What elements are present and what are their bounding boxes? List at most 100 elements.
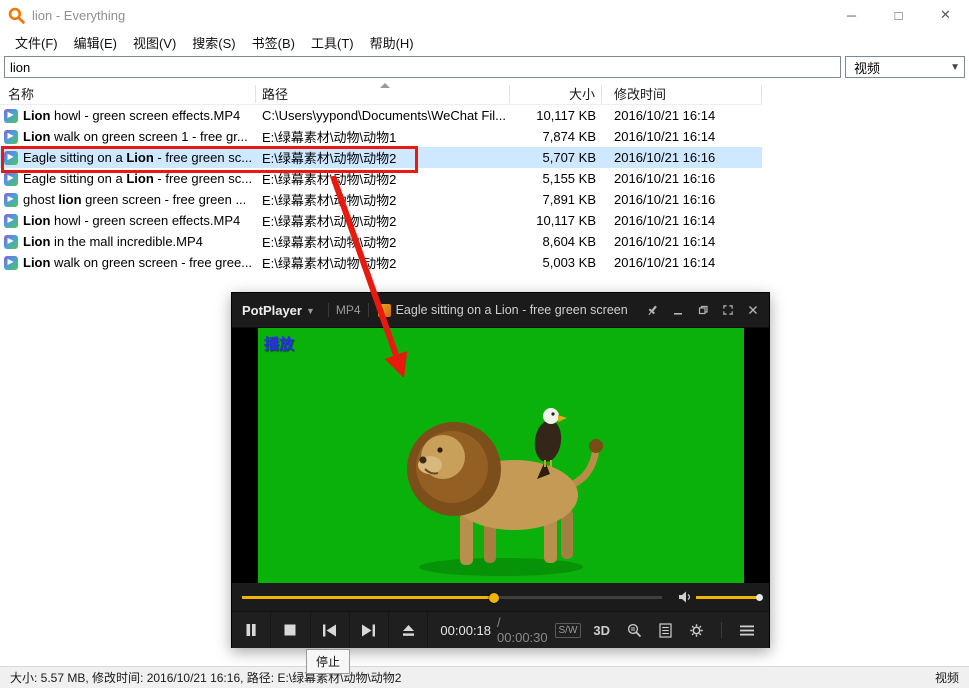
player-minimize-button[interactable] <box>672 304 684 316</box>
file-modified: 2016/10/21 16:14 <box>602 129 762 144</box>
column-header-name[interactable]: 名称 <box>0 85 256 103</box>
close-button[interactable]: ✕ <box>922 0 969 30</box>
pause-icon <box>244 623 258 637</box>
next-button[interactable] <box>350 612 389 648</box>
file-row[interactable]: Lion walk on green screen 1 - free gr...… <box>0 126 762 147</box>
menu-item-search[interactable]: 搜索(S) <box>185 30 242 55</box>
file-size: 5,003 KB <box>510 255 602 270</box>
menu-item-view[interactable]: 视图(V) <box>126 30 183 55</box>
menu-hamburger-icon[interactable] <box>739 624 755 637</box>
volume-bar[interactable] <box>696 596 760 599</box>
file-row[interactable]: Lion howl - green screen effects.MP4 E:\… <box>0 210 762 231</box>
player-restore-button[interactable] <box>697 304 709 316</box>
volume-icon[interactable] <box>678 590 692 604</box>
file-path: E:\绿幕素材\动物\动物2 <box>256 211 510 230</box>
player-menu-chevron-icon[interactable]: ▼ <box>306 306 315 316</box>
file-size: 5,155 KB <box>510 171 602 186</box>
file-size: 10,117 KB <box>510 213 602 228</box>
media-file-icon <box>4 214 18 228</box>
menu-item-tools[interactable]: 工具(T) <box>304 30 361 55</box>
player-controls: 00:00:18 / 00:00:30 S/W 3D <box>232 611 769 648</box>
file-modified: 2016/10/21 16:14 <box>602 255 762 270</box>
file-name: Lion howl - green screen effects.MP4 <box>23 108 240 123</box>
file-size: 7,874 KB <box>510 129 602 144</box>
separator <box>328 303 329 317</box>
everything-app-icon <box>8 7 25 24</box>
everything-titlebar: lion - Everything ─ □ ✕ <box>0 0 969 30</box>
search-input[interactable] <box>4 56 841 78</box>
media-file-icon <box>4 130 18 144</box>
stop-button[interactable] <box>271 612 310 648</box>
search-row: 视频 ▼ <box>0 54 969 81</box>
column-header-modified[interactable]: 修改时间 <box>602 85 762 103</box>
sort-ascending-icon <box>380 83 390 88</box>
settings-gear-icon[interactable] <box>689 623 704 638</box>
open-eject-button[interactable] <box>389 612 428 648</box>
results-list: Lion howl - green screen effects.MP4 C:\… <box>0 105 762 273</box>
menu-item-help[interactable]: 帮助(H) <box>363 30 421 55</box>
menu-item-bookmarks[interactable]: 书签(B) <box>245 30 302 55</box>
window-title: lion - Everything <box>32 8 828 23</box>
column-header-size[interactable]: 大小 <box>510 85 602 103</box>
file-modified: 2016/10/21 16:14 <box>602 108 762 123</box>
threed-button[interactable]: 3D <box>593 623 610 638</box>
seek-row <box>232 583 769 611</box>
playlist-icon[interactable] <box>659 623 672 638</box>
player-title: Eagle sitting on a Lion - free green scr… <box>396 303 638 317</box>
lion-eagle-image <box>396 389 606 579</box>
potplayer-window: PotPlayer ▼ MP4 Eagle sitting on a Lion … <box>231 292 770 648</box>
player-titlebar[interactable]: PotPlayer ▼ MP4 Eagle sitting on a Lion … <box>232 293 769 328</box>
annotation-rectangle <box>1 146 418 173</box>
file-row[interactable]: Lion walk on green screen - free gree...… <box>0 252 762 273</box>
menu-item-file[interactable]: 文件(F) <box>8 30 65 55</box>
player-close-button[interactable] <box>747 304 759 316</box>
time-display: 00:00:18 / 00:00:30 S/W <box>428 612 593 648</box>
previous-icon <box>322 624 337 637</box>
media-file-icon <box>4 193 18 207</box>
file-row[interactable]: Lion howl - green screen effects.MP4 C:\… <box>0 105 762 126</box>
filter-dropdown[interactable]: 视频 ▼ <box>845 56 965 78</box>
file-path: E:\绿幕素材\动物\动物2 <box>256 253 510 272</box>
zoom-search-icon[interactable] <box>627 623 642 638</box>
separator <box>368 303 369 317</box>
stop-tooltip: 停止 <box>306 649 350 674</box>
maximize-button[interactable]: □ <box>875 0 922 30</box>
file-modified: 2016/10/21 16:14 <box>602 213 762 228</box>
file-name: Eagle sitting on a Lion - free green sc.… <box>23 171 252 186</box>
media-file-icon <box>4 256 18 270</box>
file-name: ghost lion green screen - free green ... <box>23 192 246 207</box>
file-size: 7,891 KB <box>510 192 602 207</box>
pause-button[interactable] <box>232 612 271 648</box>
results-header: 名称 路径 大小 修改时间 <box>0 83 762 105</box>
screen: lion - Everything ─ □ ✕ 文件(F) 编辑(E) 视图(V… <box>0 0 969 688</box>
menu-bar: 文件(F) 编辑(E) 视图(V) 搜索(S) 书签(B) 工具(T) 帮助(H… <box>0 30 969 54</box>
osd-play-text: 播放 <box>264 333 294 354</box>
file-row[interactable]: ghost lion green screen - free green ...… <box>0 189 762 210</box>
chevron-down-icon: ▼ <box>950 62 960 73</box>
pin-icon[interactable] <box>646 304 659 317</box>
video-area: 播放 <box>232 328 769 583</box>
file-size: 5,707 KB <box>510 150 602 165</box>
seek-handle[interactable] <box>489 593 499 603</box>
player-fullscreen-button[interactable] <box>722 304 734 316</box>
file-size: 8,604 KB <box>510 234 602 249</box>
file-path: C:\Users\yypond\Documents\WeChat Fil... <box>256 108 510 123</box>
seek-bar[interactable] <box>242 596 662 599</box>
green-screen: 播放 <box>258 328 744 583</box>
media-file-icon <box>4 235 18 249</box>
minimize-button[interactable]: ─ <box>828 0 875 30</box>
file-size: 10,117 KB <box>510 108 602 123</box>
time-current: 00:00:18 <box>440 623 491 638</box>
status-bar: 大小: 5.57 MB, 修改时间: 2016/10/21 16:16, 路径:… <box>0 666 969 688</box>
file-modified: 2016/10/21 16:16 <box>602 150 762 165</box>
media-file-icon <box>4 109 18 123</box>
file-row[interactable]: Lion in the mall incredible.MP4 E:\绿幕素材\… <box>0 231 762 252</box>
time-total: / 00:00:30 <box>497 615 548 645</box>
seek-fill <box>242 596 494 599</box>
file-modified: 2016/10/21 16:16 <box>602 171 762 186</box>
volume-fill <box>696 596 757 599</box>
menu-item-edit[interactable]: 编辑(E) <box>67 30 124 55</box>
file-name: Lion in the mall incredible.MP4 <box>23 234 203 249</box>
previous-button[interactable] <box>311 612 350 648</box>
volume-handle[interactable] <box>756 594 763 601</box>
